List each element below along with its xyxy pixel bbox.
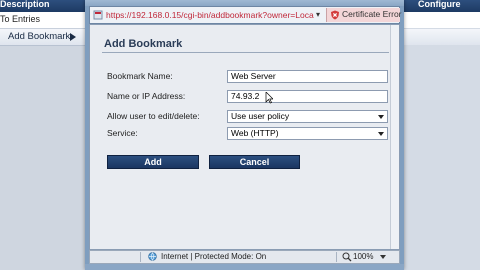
url-text[interactable]: https://192.168.0.15/cgi-bin/addbookmark… [106,10,316,20]
bookmark-name-input[interactable]: Web Server [227,70,388,83]
to-entries-link[interactable]: To Entries [0,14,40,24]
text-cursor-icon [265,92,273,104]
window-bottom-edge [85,264,404,270]
column-configure-header: Configure [418,0,461,9]
zoom-icon[interactable] [342,252,352,262]
add-bookmark-menu-label[interactable]: Add Bookmark [8,31,70,42]
service-label: Service: [107,128,138,138]
allow-edit-delete-label: Allow user to edit/delete: [107,111,200,121]
certificate-error-button[interactable]: Certificate Error [326,8,402,22]
certificate-error-label: Certificate Error [342,9,402,19]
zoom-level[interactable]: 100% [353,252,373,261]
chevron-down-icon [378,115,384,119]
bookmark-name-label: Bookmark Name: [107,71,173,81]
chevron-down-icon [378,132,384,136]
vertical-scrollbar[interactable] [390,25,399,249]
background-row [404,29,480,45]
arrow-right-icon [70,33,76,41]
status-divider [140,252,141,262]
address-bar[interactable]: https://192.168.0.15/cgi-bin/addbookmark… [89,6,402,24]
shield-error-icon [331,10,339,20]
name-or-ip-input[interactable]: 74.93.2 [227,90,388,103]
column-description-header: Description [0,0,50,9]
name-or-ip-label: Name or IP Address: [107,91,186,101]
service-select[interactable]: Web (HTTP) [227,127,388,140]
status-bar: Internet | Protected Mode: On 100% [89,250,400,264]
page-content: Add Bookmark Bookmark Name: Web Server N… [89,24,400,250]
globe-icon [148,252,157,261]
chevron-down-icon[interactable]: ▾ [316,10,320,19]
divider [102,52,389,53]
allow-edit-delete-value: Use user policy [231,111,290,121]
chevron-down-icon[interactable] [380,255,386,259]
page-icon [93,10,103,20]
background-right-area [404,12,480,270]
background-row [404,12,480,28]
add-button[interactable]: Add [107,155,199,169]
popup-window: https://192.168.0.15/cgi-bin/addbookmark… [85,0,404,270]
cancel-button[interactable]: Cancel [209,155,300,169]
page-title: Add Bookmark [104,38,183,50]
allow-edit-delete-select[interactable]: Use user policy [227,110,388,123]
service-value: Web (HTTP) [231,128,279,138]
status-divider [336,252,337,262]
background-left-area [0,46,85,270]
zone-status: Internet | Protected Mode: On [161,252,267,261]
